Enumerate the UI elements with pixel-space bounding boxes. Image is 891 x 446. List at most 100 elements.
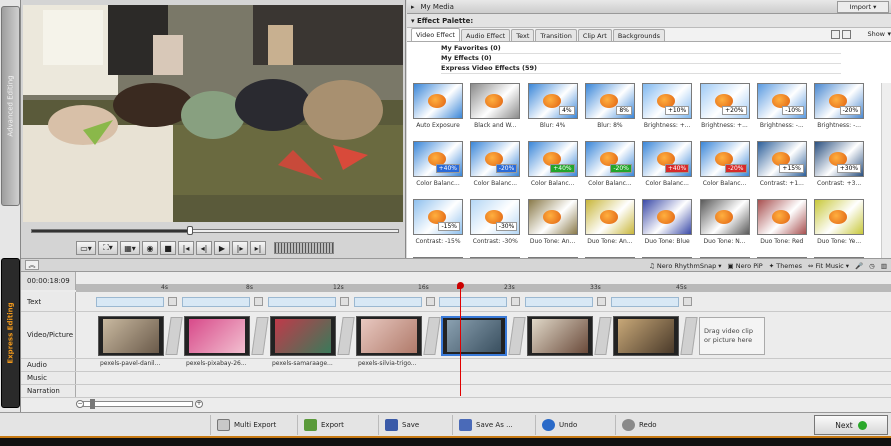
snapshot-icon[interactable]: ◉ [142, 241, 158, 255]
effect-item[interactable]: Duo Tone: Ye... [812, 199, 866, 245]
prev-frame-icon[interactable]: ◂| [196, 241, 212, 255]
effect-item[interactable]: Duo Tone: N... [698, 199, 752, 245]
group-express-video-effects[interactable]: Express Video Effects (59) [441, 64, 841, 74]
zoom-in-icon[interactable]: + [195, 400, 203, 408]
transition-slot[interactable] [340, 297, 349, 306]
collapse-up-icon[interactable]: ︽ [25, 260, 39, 270]
scrub-handle[interactable] [187, 226, 193, 235]
tab-clip-art[interactable]: Clip Art [577, 29, 612, 41]
go-start-icon[interactable]: |◂ [178, 241, 194, 255]
effect-item[interactable]: 4% Blur: 4% [526, 83, 580, 129]
zoom-handle[interactable] [90, 399, 95, 409]
fullscreen-icon[interactable]: ⛶▾ [98, 241, 118, 255]
effect-item[interactable]: +10% Brightness: +... [640, 83, 694, 129]
show-dropdown[interactable]: Show [867, 30, 885, 38]
next-frame-icon[interactable]: |▸ [232, 241, 248, 255]
clock-icon[interactable]: ◷ [869, 262, 875, 270]
video-clip[interactable] [98, 316, 164, 356]
effect-item[interactable]: +40% Color Balanc... [640, 141, 694, 187]
video-preview[interactable] [23, 5, 403, 222]
monitor-icon[interactable]: ▭▾ [76, 241, 96, 255]
microphone-icon[interactable]: 🎤 [855, 262, 863, 270]
list-view-icon[interactable] [842, 30, 851, 39]
group-my-effects[interactable]: My Effects (0) [441, 54, 841, 64]
tab-text[interactable]: Text [511, 29, 535, 41]
effect-item[interactable]: -20% Color Balanc... [583, 141, 637, 187]
transition-slot[interactable] [683, 297, 692, 306]
effect-item[interactable]: -10% Brightness: -... [755, 83, 809, 129]
text-slot[interactable] [268, 297, 336, 307]
effect-item[interactable]: +40% Color Balanc... [411, 141, 465, 187]
text-slot[interactable] [354, 297, 422, 307]
volume-slider[interactable] [274, 242, 334, 254]
themes-button[interactable]: ✦ Themes [769, 262, 802, 270]
transition-slot[interactable] [511, 297, 520, 306]
rhythmsnap-button[interactable]: ♫ Nero RhythmSnap ▾ [649, 262, 722, 270]
undo-button[interactable]: Undo [535, 415, 583, 435]
video-clip[interactable] [613, 316, 679, 356]
text-slot[interactable] [182, 297, 250, 307]
playhead[interactable] [457, 282, 464, 396]
save-as-button[interactable]: Save As ... [452, 415, 519, 435]
effect-item[interactable]: +15% Contrast: +1... [755, 141, 809, 187]
text-slot[interactable] [525, 297, 593, 307]
collapse-arrow-icon[interactable]: ▸ [411, 3, 415, 11]
aspect-icon[interactable]: ▦▾ [120, 241, 140, 255]
transition-slot[interactable] [426, 297, 435, 306]
go-end-icon[interactable]: ▸| [250, 241, 266, 255]
effect-item[interactable]: Duo Tone: An... [583, 199, 637, 245]
effect-item[interactable]: +40% Color Balanc... [526, 141, 580, 187]
video-clip[interactable] [356, 316, 422, 356]
effect-item[interactable]: Duo Tone: Blue [640, 199, 694, 245]
export-button[interactable]: Export [297, 415, 350, 435]
my-media-header[interactable]: ▸ My Media Import ▾ [407, 0, 891, 14]
effect-item[interactable]: 8% Blur: 8% [583, 83, 637, 129]
drop-target[interactable]: Drag video clip or picture here [699, 317, 765, 355]
tab-video-effect[interactable]: Video Effect [411, 28, 460, 41]
effect-palette-header[interactable]: ▾ Effect Palette: [407, 14, 891, 28]
tab-audio-effect[interactable]: Audio Effect [460, 29, 511, 41]
waveform-icon[interactable]: ▥ [881, 262, 887, 270]
video-clip[interactable] [441, 316, 507, 356]
tab-advanced-editing[interactable]: Advanced Editing [1, 6, 20, 206]
transition-slot[interactable] [254, 297, 263, 306]
save-button[interactable]: Save [378, 415, 425, 435]
group-my-favorites[interactable]: My Favorites (0) [441, 44, 841, 54]
effect-item[interactable]: -20% Color Balanc... [468, 141, 522, 187]
grid-view-icon[interactable] [831, 30, 840, 39]
text-slot[interactable] [439, 297, 507, 307]
playhead-handle[interactable] [457, 282, 464, 289]
effect-item[interactable]: Duo Tone: Red [755, 199, 809, 245]
effect-item[interactable]: Black and W... [468, 83, 522, 129]
tab-express-editing[interactable]: Express Editing [1, 258, 20, 408]
tab-transition[interactable]: Transition [535, 29, 577, 41]
text-slot[interactable] [96, 297, 164, 307]
multi-export-button[interactable]: Multi Export [210, 415, 282, 435]
scrub-bar[interactable] [31, 226, 399, 235]
effects-scrollbar[interactable] [881, 83, 891, 258]
effect-item[interactable]: +30% Contrast: +3... [812, 141, 866, 187]
effect-item[interactable]: -20% Color Balanc... [698, 141, 752, 187]
video-clip[interactable] [270, 316, 336, 356]
video-clip[interactable] [184, 316, 250, 356]
video-clip[interactable] [527, 316, 593, 356]
effect-item[interactable]: +20% Brightness: +... [698, 83, 752, 129]
stop-icon[interactable]: ■ [160, 241, 176, 255]
next-button[interactable]: Next [814, 415, 888, 435]
fit-music-button[interactable]: ⇔ Fit Music ▾ [808, 262, 849, 270]
play-icon[interactable]: ▶ [214, 241, 230, 255]
import-button[interactable]: Import ▾ [837, 0, 889, 13]
effect-item[interactable]: Duo Tone: An... [526, 199, 580, 245]
zoom-slider[interactable] [83, 399, 193, 409]
tab-backgrounds[interactable]: Backgrounds [612, 29, 666, 41]
effect-item[interactable]: Auto Exposure [411, 83, 465, 129]
redo-button[interactable]: Redo [615, 415, 663, 435]
effect-item[interactable]: -30% Contrast: -30% [468, 199, 522, 245]
effect-item[interactable]: -20% Brightness: -... [812, 83, 866, 129]
transition-slot[interactable] [597, 297, 606, 306]
pip-button[interactable]: ▣ Nero PiP [728, 262, 763, 270]
text-slot[interactable] [611, 297, 679, 307]
effect-item[interactable]: -15% Contrast: -15% [411, 199, 465, 245]
transition-slot[interactable] [168, 297, 177, 306]
time-ruler[interactable]: 4s 8s 12s 16s 23s 33s 45s [76, 284, 891, 292]
